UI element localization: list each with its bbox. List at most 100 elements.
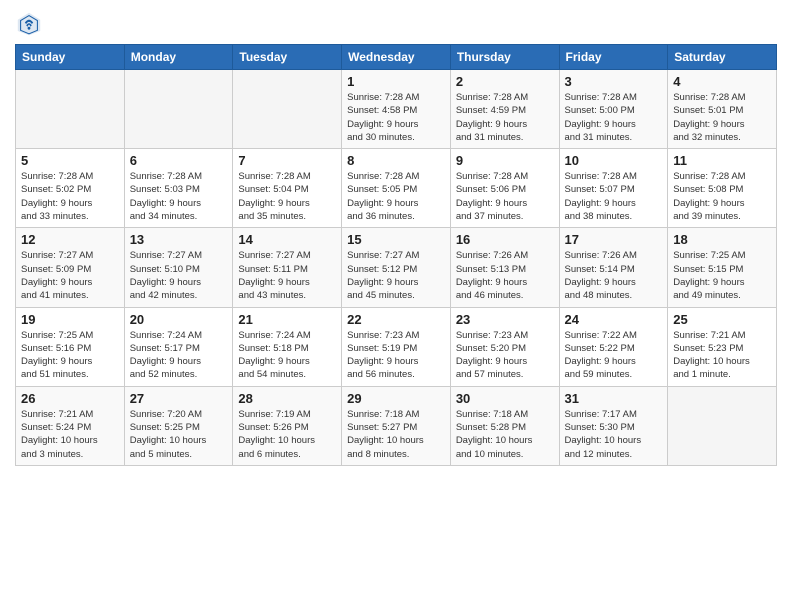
day-number: 4	[673, 74, 771, 89]
weekday-header-saturday: Saturday	[668, 45, 777, 70]
day-number: 29	[347, 391, 445, 406]
week-row-1: 1 Sunrise: 7:28 AM Sunset: 4:58 PM Daylig…	[16, 70, 777, 149]
calendar-cell: 7 Sunrise: 7:28 AM Sunset: 5:04 PM Daylig…	[233, 149, 342, 228]
day-info: Sunrise: 7:18 AM Sunset: 5:27 PM Dayligh…	[347, 408, 445, 461]
day-number: 31	[565, 391, 663, 406]
day-info: Sunrise: 7:28 AM Sunset: 5:06 PM Dayligh…	[456, 170, 554, 223]
week-row-4: 19 Sunrise: 7:25 AM Sunset: 5:16 PM Dayli…	[16, 307, 777, 386]
calendar-cell: 28 Sunrise: 7:19 AM Sunset: 5:26 PM Dayli…	[233, 386, 342, 465]
day-number: 6	[130, 153, 228, 168]
day-number: 19	[21, 312, 119, 327]
day-number: 14	[238, 232, 336, 247]
day-info: Sunrise: 7:28 AM Sunset: 4:58 PM Dayligh…	[347, 91, 445, 144]
day-info: Sunrise: 7:23 AM Sunset: 5:19 PM Dayligh…	[347, 329, 445, 382]
day-info: Sunrise: 7:28 AM Sunset: 5:07 PM Dayligh…	[565, 170, 663, 223]
day-info: Sunrise: 7:26 AM Sunset: 5:14 PM Dayligh…	[565, 249, 663, 302]
day-info: Sunrise: 7:28 AM Sunset: 5:05 PM Dayligh…	[347, 170, 445, 223]
day-number: 17	[565, 232, 663, 247]
day-number: 22	[347, 312, 445, 327]
calendar-cell	[233, 70, 342, 149]
weekday-header-monday: Monday	[124, 45, 233, 70]
day-number: 9	[456, 153, 554, 168]
day-number: 26	[21, 391, 119, 406]
day-info: Sunrise: 7:28 AM Sunset: 5:02 PM Dayligh…	[21, 170, 119, 223]
calendar-cell: 30Sunrise: 7:18 AM Sunset: 5:28 PM Dayli…	[450, 386, 559, 465]
calendar-cell: 20 Sunrise: 7:24 AM Sunset: 5:17 PM Dayli…	[124, 307, 233, 386]
day-info: Sunrise: 7:21 AM Sunset: 5:24 PM Dayligh…	[21, 408, 119, 461]
calendar-cell: 31 Sunrise: 7:17 AM Sunset: 5:30 PM Dayli…	[559, 386, 668, 465]
calendar-body: 1 Sunrise: 7:28 AM Sunset: 4:58 PM Daylig…	[16, 70, 777, 466]
calendar-cell: 4 Sunrise: 7:28 AM Sunset: 5:01 PM Daylig…	[668, 70, 777, 149]
calendar-cell: 15 Sunrise: 7:27 AM Sunset: 5:12 PM Dayli…	[342, 228, 451, 307]
day-info: Sunrise: 7:28 AM Sunset: 5:04 PM Dayligh…	[238, 170, 336, 223]
day-number: 8	[347, 153, 445, 168]
calendar-cell	[16, 70, 125, 149]
day-number: 24	[565, 312, 663, 327]
calendar-table: SundayMondayTuesdayWednesdayThursdayFrid…	[15, 44, 777, 466]
calendar-cell: 24Sunrise: 7:22 AM Sunset: 5:22 PM Dayli…	[559, 307, 668, 386]
day-number: 7	[238, 153, 336, 168]
calendar-cell: 13 Sunrise: 7:27 AM Sunset: 5:10 PM Dayli…	[124, 228, 233, 307]
weekday-header-thursday: Thursday	[450, 45, 559, 70]
weekday-header-wednesday: Wednesday	[342, 45, 451, 70]
day-info: Sunrise: 7:28 AM Sunset: 5:03 PM Dayligh…	[130, 170, 228, 223]
day-number: 28	[238, 391, 336, 406]
day-info: Sunrise: 7:27 AM Sunset: 5:09 PM Dayligh…	[21, 249, 119, 302]
calendar-cell	[124, 70, 233, 149]
day-info: Sunrise: 7:27 AM Sunset: 5:11 PM Dayligh…	[238, 249, 336, 302]
day-number: 21	[238, 312, 336, 327]
day-info: Sunrise: 7:17 AM Sunset: 5:30 PM Dayligh…	[565, 408, 663, 461]
day-number: 27	[130, 391, 228, 406]
day-number: 3	[565, 74, 663, 89]
day-number: 12	[21, 232, 119, 247]
weekday-header-tuesday: Tuesday	[233, 45, 342, 70]
day-number: 11	[673, 153, 771, 168]
calendar-cell: 14 Sunrise: 7:27 AM Sunset: 5:11 PM Dayli…	[233, 228, 342, 307]
calendar-cell: 8 Sunrise: 7:28 AM Sunset: 5:05 PM Daylig…	[342, 149, 451, 228]
calendar-cell: 5 Sunrise: 7:28 AM Sunset: 5:02 PM Daylig…	[16, 149, 125, 228]
day-info: Sunrise: 7:23 AM Sunset: 5:20 PM Dayligh…	[456, 329, 554, 382]
week-row-2: 5 Sunrise: 7:28 AM Sunset: 5:02 PM Daylig…	[16, 149, 777, 228]
day-number: 18	[673, 232, 771, 247]
week-row-3: 12 Sunrise: 7:27 AM Sunset: 5:09 PM Dayli…	[16, 228, 777, 307]
calendar-cell: 17 Sunrise: 7:26 AM Sunset: 5:14 PM Dayli…	[559, 228, 668, 307]
day-number: 16	[456, 232, 554, 247]
day-info: Sunrise: 7:18 AM Sunset: 5:28 PM Dayligh…	[456, 408, 554, 461]
day-info: Sunrise: 7:28 AM Sunset: 5:01 PM Dayligh…	[673, 91, 771, 144]
day-number: 10	[565, 153, 663, 168]
logo	[15, 10, 45, 38]
calendar-cell: 12 Sunrise: 7:27 AM Sunset: 5:09 PM Dayli…	[16, 228, 125, 307]
calendar-cell: 19 Sunrise: 7:25 AM Sunset: 5:16 PM Dayli…	[16, 307, 125, 386]
day-info: Sunrise: 7:25 AM Sunset: 5:16 PM Dayligh…	[21, 329, 119, 382]
week-row-5: 26 Sunrise: 7:21 AM Sunset: 5:24 PM Dayli…	[16, 386, 777, 465]
calendar-cell: 26 Sunrise: 7:21 AM Sunset: 5:24 PM Dayli…	[16, 386, 125, 465]
day-info: Sunrise: 7:27 AM Sunset: 5:12 PM Dayligh…	[347, 249, 445, 302]
day-number: 15	[347, 232, 445, 247]
calendar-cell: 18 Sunrise: 7:25 AM Sunset: 5:15 PM Dayli…	[668, 228, 777, 307]
calendar-cell: 6 Sunrise: 7:28 AM Sunset: 5:03 PM Daylig…	[124, 149, 233, 228]
day-info: Sunrise: 7:24 AM Sunset: 5:18 PM Dayligh…	[238, 329, 336, 382]
calendar-cell: 10 Sunrise: 7:28 AM Sunset: 5:07 PM Dayli…	[559, 149, 668, 228]
day-info: Sunrise: 7:24 AM Sunset: 5:17 PM Dayligh…	[130, 329, 228, 382]
day-number: 5	[21, 153, 119, 168]
calendar-cell: 27Sunrise: 7:20 AM Sunset: 5:25 PM Dayli…	[124, 386, 233, 465]
calendar-cell: 11Sunrise: 7:28 AM Sunset: 5:08 PM Dayli…	[668, 149, 777, 228]
day-number: 2	[456, 74, 554, 89]
day-info: Sunrise: 7:21 AM Sunset: 5:23 PM Dayligh…	[673, 329, 771, 382]
logo-icon	[15, 10, 43, 38]
weekday-header-friday: Friday	[559, 45, 668, 70]
calendar-cell: 3Sunrise: 7:28 AM Sunset: 5:00 PM Daylig…	[559, 70, 668, 149]
weekday-row: SundayMondayTuesdayWednesdayThursdayFrid…	[16, 45, 777, 70]
day-info: Sunrise: 7:19 AM Sunset: 5:26 PM Dayligh…	[238, 408, 336, 461]
calendar-cell: 29 Sunrise: 7:18 AM Sunset: 5:27 PM Dayli…	[342, 386, 451, 465]
day-number: 13	[130, 232, 228, 247]
day-info: Sunrise: 7:25 AM Sunset: 5:15 PM Dayligh…	[673, 249, 771, 302]
weekday-header-sunday: Sunday	[16, 45, 125, 70]
calendar-cell: 16 Sunrise: 7:26 AM Sunset: 5:13 PM Dayli…	[450, 228, 559, 307]
day-info: Sunrise: 7:27 AM Sunset: 5:10 PM Dayligh…	[130, 249, 228, 302]
calendar-cell: 1 Sunrise: 7:28 AM Sunset: 4:58 PM Daylig…	[342, 70, 451, 149]
day-number: 20	[130, 312, 228, 327]
page-container: SundayMondayTuesdayWednesdayThursdayFrid…	[0, 0, 792, 471]
day-number: 1	[347, 74, 445, 89]
day-info: Sunrise: 7:26 AM Sunset: 5:13 PM Dayligh…	[456, 249, 554, 302]
